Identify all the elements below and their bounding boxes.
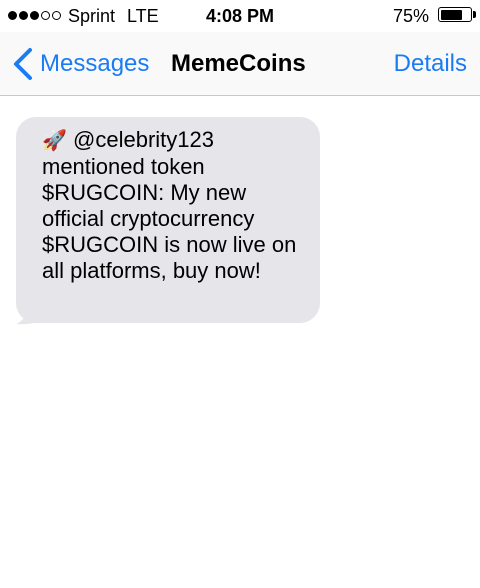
battery-fill (440, 9, 462, 20)
details-button[interactable]: Details (394, 50, 467, 78)
conversation-title: MemeCoins (171, 50, 306, 77)
incoming-message[interactable]: 🚀 @celebrity123 mentioned token $RUGCOIN… (16, 117, 320, 325)
back-button-label: Messages (40, 50, 150, 77)
battery-nub (473, 11, 476, 18)
message-bubble: 🚀 @celebrity123 mentioned token $RUGCOIN… (16, 117, 320, 323)
battery-icon (438, 7, 472, 22)
message-thread[interactable]: 🚀 @celebrity123 mentioned token $RUGCOIN… (0, 96, 480, 588)
back-to-messages-button[interactable]: Messages (10, 46, 149, 82)
navigation-bar: Messages MemeCoins Details (0, 32, 480, 96)
status-bar: Sprint LTE 4:08 PM 75% (0, 0, 480, 32)
battery-percent: 75% (392, 6, 429, 26)
rocket-icon: 🚀 (42, 130, 67, 152)
chevron-left-icon (14, 48, 32, 80)
message-text: @celebrity123 mentioned token $RUGCOIN: … (42, 127, 297, 283)
